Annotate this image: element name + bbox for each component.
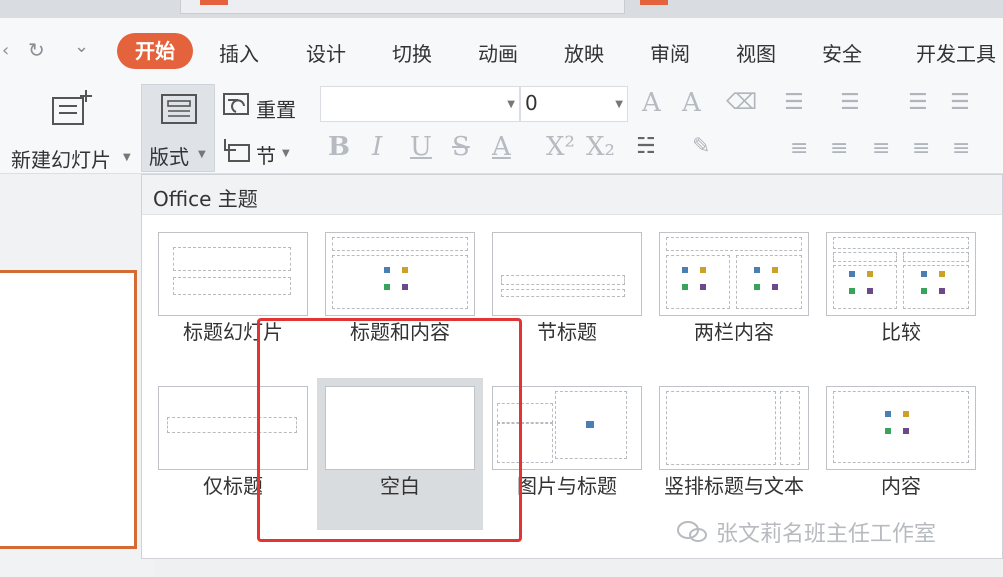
bullets-icon[interactable]: ☰ xyxy=(784,90,804,115)
layout-thumbnail xyxy=(492,232,642,316)
strikethrough-icon[interactable]: S xyxy=(452,132,470,162)
undo-arrow-icon[interactable]: ‹ xyxy=(2,40,9,61)
increase-font-icon[interactable]: A xyxy=(642,88,661,118)
layout-thumbnail xyxy=(325,232,475,316)
content-placeholder-icon xyxy=(754,267,784,295)
layout-icon xyxy=(161,94,197,124)
layout-label: 比较 xyxy=(881,320,921,344)
layout-label: 竖排标题与文本 xyxy=(664,474,804,498)
layout-vertical-title-text[interactable]: 竖排标题与文本 xyxy=(651,378,817,526)
font-name-caret-icon: ▼ xyxy=(507,99,515,110)
section-caret-icon: ▼ xyxy=(282,148,290,159)
menu-security[interactable]: 安全 xyxy=(822,38,862,67)
slide-thumbnail[interactable] xyxy=(0,270,137,549)
ribbon: 新建幻灯片 ▼ 版式 ▼ 重置 节 ▼ ▼ 0 ▼ A A ⌫ ☰ ☰ ☰ ☰ … xyxy=(0,82,1003,174)
new-slide-caret-icon: ▼ xyxy=(123,152,131,163)
menu-developer[interactable]: 开发工具 xyxy=(916,38,996,67)
font-size-value: 0 xyxy=(525,91,538,115)
align-center-icon[interactable]: ≡ xyxy=(830,136,848,161)
distribute-icon[interactable]: ≡ xyxy=(952,136,970,161)
content-placeholder-icon xyxy=(384,267,414,295)
font-name-select[interactable]: ▼ xyxy=(320,86,520,122)
highlight-annotation-box xyxy=(257,318,522,542)
menu-design[interactable]: 设计 xyxy=(306,38,346,67)
tab-accent-mark xyxy=(200,0,228,5)
font-size-select[interactable]: 0 ▼ xyxy=(520,86,628,122)
reset-icon xyxy=(223,93,249,115)
layout-two-content[interactable]: 两栏内容 xyxy=(651,224,817,372)
align-left-icon[interactable]: ≡ xyxy=(790,136,808,161)
text-effect-icon[interactable]: ☵ xyxy=(636,134,656,159)
layout-thumbnail xyxy=(659,386,809,470)
layout-thumbnail xyxy=(826,386,976,470)
panel-title: Office 主题 xyxy=(153,187,258,211)
section-icon xyxy=(224,139,250,162)
quick-access-dropdown-icon[interactable]: ⌄ xyxy=(74,36,89,57)
font-color-icon[interactable]: A xyxy=(492,132,511,162)
menu-animation[interactable]: 动画 xyxy=(478,38,518,67)
document-tab[interactable] xyxy=(180,0,625,14)
font-size-caret-icon: ▼ xyxy=(615,99,623,110)
wechat-icon xyxy=(677,521,707,542)
watermark-text: 张文莉名班主任工作室 xyxy=(716,522,937,547)
panel-header: Office 主题 xyxy=(142,175,1002,215)
content-placeholder-icon xyxy=(849,271,879,299)
decrease-font-icon[interactable]: A xyxy=(682,88,701,118)
menu-slideshow[interactable]: 放映 xyxy=(564,38,604,67)
redo-icon[interactable]: ↻ xyxy=(28,38,45,62)
menu-view[interactable]: 视图 xyxy=(736,38,776,67)
clear-format-icon[interactable]: ⌫ xyxy=(726,90,757,115)
title-bar xyxy=(0,0,1003,18)
justify-icon[interactable]: ≡ xyxy=(912,136,930,161)
reset-label: 重置 xyxy=(256,98,296,122)
content-placeholder-icon xyxy=(885,411,915,439)
highlight-icon[interactable]: ✎ xyxy=(692,134,710,159)
layout-label: 版式 xyxy=(149,145,189,169)
menu-transition[interactable]: 切换 xyxy=(392,38,432,67)
layout-thumbnail xyxy=(158,232,308,316)
tab-accent-mark xyxy=(640,0,668,5)
menu-start[interactable]: 开始 xyxy=(117,33,193,69)
new-slide-icon xyxy=(52,90,92,125)
layout-comparison[interactable]: 比较 xyxy=(818,224,984,372)
subscript-icon[interactable]: X₂ xyxy=(586,132,615,162)
layout-label: 内容 xyxy=(881,474,921,498)
underline-icon[interactable]: U xyxy=(410,132,432,162)
increase-indent-icon[interactable]: ☰ xyxy=(950,90,970,115)
section-label: 节 xyxy=(256,144,276,168)
content-placeholder-icon xyxy=(682,267,712,295)
layout-caret-icon: ▼ xyxy=(198,149,206,160)
layout-label: 两栏内容 xyxy=(694,320,774,344)
new-slide-label: 新建幻灯片 xyxy=(11,148,111,172)
italic-icon[interactable]: I xyxy=(372,132,382,162)
picture-placeholder-icon xyxy=(586,421,594,428)
new-slide-button[interactable]: 新建幻灯片 ▼ xyxy=(8,86,134,172)
menu-bar: ‹ ↻ ⌄ 开始 插入 设计 切换 动画 放映 审阅 视图 安全 开发工具 xyxy=(0,18,1003,82)
superscript-icon[interactable]: X² xyxy=(546,132,575,162)
section-button[interactable]: 节 ▼ xyxy=(220,134,306,168)
align-right-icon[interactable]: ≡ xyxy=(872,136,890,161)
bold-icon[interactable]: B xyxy=(328,132,350,162)
decrease-indent-icon[interactable]: ☰ xyxy=(908,90,928,115)
menu-insert[interactable]: 插入 xyxy=(219,38,259,67)
numbering-icon[interactable]: ☰ xyxy=(840,90,860,115)
content-placeholder-icon xyxy=(921,271,951,299)
layout-button[interactable]: 版式 ▼ xyxy=(141,84,215,172)
reset-button[interactable]: 重置 xyxy=(220,90,306,122)
layout-thumbnail xyxy=(659,232,809,316)
layout-thumbnail xyxy=(826,232,976,316)
layout-content[interactable]: 内容 xyxy=(818,378,984,526)
menu-review[interactable]: 审阅 xyxy=(650,38,690,67)
